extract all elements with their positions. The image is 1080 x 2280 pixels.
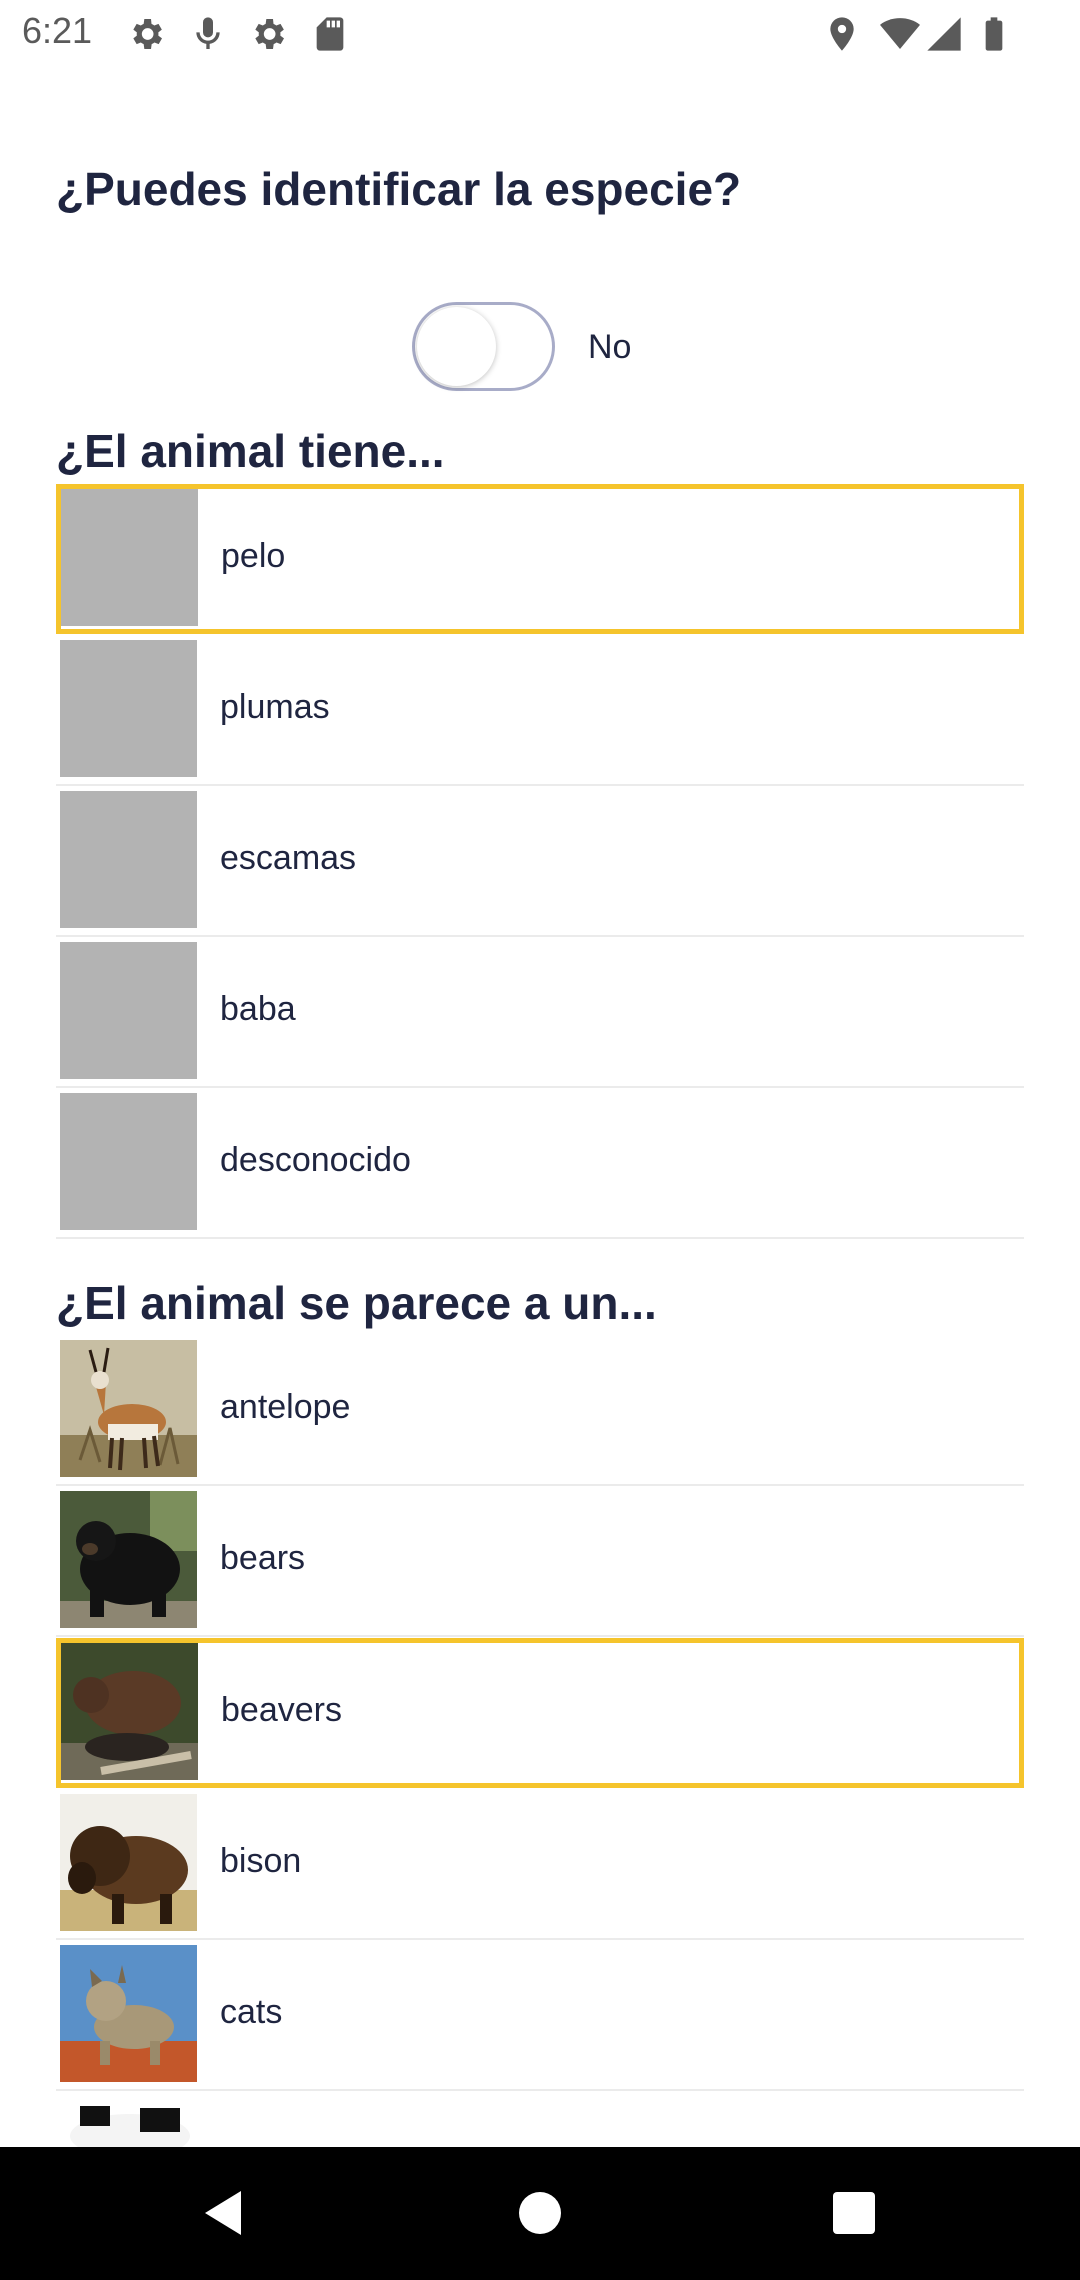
item-label: escamas [220, 839, 357, 877]
bobcat-photo [60, 1945, 197, 2082]
covering-title: ¿El animal tiene... [56, 425, 445, 477]
placeholder-thumbnail [60, 1093, 197, 1230]
placeholder-thumbnail [61, 489, 198, 626]
bear-photo [60, 1491, 197, 1628]
resembles-title: ¿El animal se parece a un... [56, 1277, 657, 1329]
navigation-bar [0, 2147, 1080, 2280]
item-label: bison [220, 1842, 302, 1880]
beaver-photo [61, 1643, 198, 1780]
item-label: cats [220, 1993, 283, 2031]
item-label: pelo [221, 537, 286, 575]
back-icon[interactable] [197, 2185, 253, 2241]
resembles-item-beavers[interactable]: beavers [56, 1638, 1024, 1788]
identify-toggle[interactable] [412, 302, 555, 391]
antelope-photo [60, 1340, 197, 1477]
identify-question: ¿Puedes identificar la especie? [56, 163, 742, 215]
item-label: baba [220, 990, 296, 1028]
item-label: antelope [220, 1388, 351, 1426]
resembles-item-cats[interactable]: cats [56, 1941, 1024, 2091]
item-label: desconocido [220, 1141, 411, 1179]
resembles-item-bison[interactable]: bison [56, 1790, 1024, 1940]
resembles-item-bears[interactable]: bears [56, 1487, 1024, 1637]
covering-item-desconocido[interactable]: desconocido [56, 1089, 1024, 1239]
placeholder-thumbnail [60, 640, 197, 777]
resembles-item-antelope[interactable]: antelope [56, 1336, 1024, 1486]
placeholder-thumbnail [60, 942, 197, 1079]
covering-item-plumas[interactable]: plumas [56, 636, 1024, 786]
bison-photo [60, 1794, 197, 1931]
resembles-item-partial[interactable] [56, 2092, 1024, 2147]
item-label: bears [220, 1539, 306, 1577]
home-icon[interactable] [512, 2185, 568, 2241]
toggle-label: No [588, 328, 632, 366]
item-label: beavers [221, 1691, 342, 1729]
covering-item-escamas[interactable]: escamas [56, 787, 1024, 937]
toggle-thumb [417, 307, 496, 386]
placeholder-thumbnail [60, 791, 197, 928]
covering-item-baba[interactable]: baba [56, 938, 1024, 1088]
main-content[interactable]: ¿Puedes identificar la especie? No ¿El a… [0, 0, 1080, 2147]
cow-photo [60, 2096, 197, 2147]
covering-item-pelo[interactable]: pelo [56, 484, 1024, 634]
recents-icon[interactable] [826, 2185, 882, 2241]
item-label: plumas [220, 688, 330, 726]
